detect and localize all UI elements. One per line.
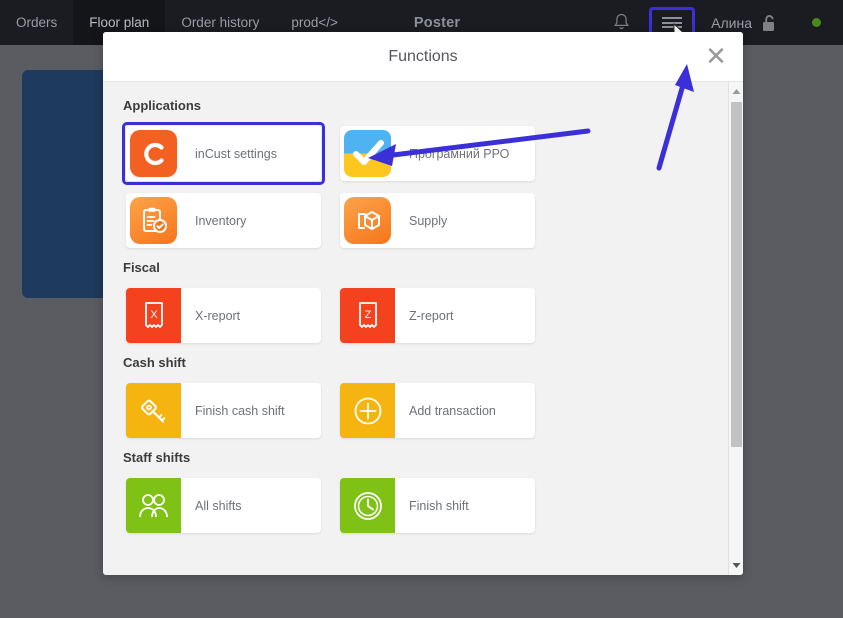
- close-icon[interactable]: ✕: [703, 44, 729, 70]
- tile-label: Finish shift: [409, 498, 469, 513]
- scroll-down-arrow-icon[interactable]: [729, 558, 743, 573]
- tile-wrapper-prro: Програмний РРО: [336, 122, 539, 185]
- tile-wrapper-z-report: Z Z-report: [336, 284, 539, 347]
- connection-status-dot: [812, 18, 821, 27]
- bell-icon: [613, 13, 629, 30]
- incust-c-icon: [130, 130, 177, 177]
- tile-row-applications-1: inCust settings Програмний РРО: [122, 122, 721, 185]
- tile-label: Add transaction: [409, 403, 496, 418]
- screen-root: Ca Orders Floor plan Order history prod<…: [0, 0, 843, 618]
- modal-header: Functions ✕: [103, 32, 743, 82]
- section-title-applications: Applications: [123, 98, 202, 113]
- tile-wrapper-x-report: X X-report: [122, 284, 325, 347]
- tile-inventory[interactable]: Inventory: [126, 193, 321, 248]
- modal-body: Applications inCust settings Програмний …: [103, 82, 743, 575]
- tile-finish-cash-shift[interactable]: Finish cash shift: [126, 383, 321, 438]
- tile-add-transaction[interactable]: Add transaction: [340, 383, 535, 438]
- clipboard-check-icon: [130, 197, 177, 244]
- tile-wrapper-add-transaction: Add transaction: [336, 379, 539, 442]
- tile-label: inCust settings: [195, 146, 277, 161]
- tile-wrapper-inventory: Inventory: [122, 189, 325, 252]
- tile-row-applications-2: Inventory Supply: [122, 189, 721, 252]
- receipt-x-icon: X: [126, 288, 181, 343]
- tile-row-cash-shift: Finish cash shift Add transaction: [122, 379, 721, 442]
- user-name-label[interactable]: Алина: [711, 15, 752, 31]
- tile-row-fiscal: X X-report Z Z-report: [122, 284, 721, 347]
- scrollbar-thumb[interactable]: [731, 102, 742, 447]
- tile-z-report[interactable]: Z Z-report: [340, 288, 535, 343]
- tile-label: Програмний РРО: [409, 146, 510, 161]
- box-arrow-icon: [344, 197, 391, 244]
- key-icon: [126, 383, 181, 438]
- tile-label: Z-report: [409, 308, 454, 323]
- tile-wrapper-incust-settings: inCust settings: [122, 122, 325, 185]
- tile-finish-shift[interactable]: Finish shift: [340, 478, 535, 533]
- tile-row-staff-shifts: All shifts Finish shift: [122, 474, 721, 537]
- section-title-fiscal: Fiscal: [123, 260, 160, 275]
- tile-label: Finish cash shift: [195, 403, 285, 418]
- clock-icon: [340, 478, 395, 533]
- plus-circle-icon: [340, 383, 395, 438]
- tile-wrapper-supply: Supply: [336, 189, 539, 252]
- tile-wrapper-finish-cash-shift: Finish cash shift: [122, 379, 325, 442]
- tile-supply[interactable]: Supply: [340, 193, 535, 248]
- nav-tab-orders[interactable]: Orders: [0, 0, 73, 45]
- scroll-up-arrow-icon[interactable]: [729, 84, 743, 99]
- svg-text:Z: Z: [364, 309, 371, 321]
- people-icon: [126, 478, 181, 533]
- svg-text:X: X: [150, 309, 158, 321]
- tile-wrapper-all-shifts: All shifts: [122, 474, 325, 537]
- tile-all-shifts[interactable]: All shifts: [126, 478, 321, 533]
- tile-label: Supply: [409, 213, 448, 228]
- brand-logo-poster: Poster: [413, 14, 461, 31]
- tile-label: X-report: [195, 308, 241, 323]
- tile-x-report[interactable]: X X-report: [126, 288, 321, 343]
- tile-programnij-rro[interactable]: Програмний РРО: [340, 126, 535, 181]
- section-title-staff-shifts: Staff shifts: [123, 450, 191, 465]
- section-title-cash-shift: Cash shift: [123, 355, 186, 370]
- tile-label: Inventory: [195, 213, 247, 228]
- tile-label: All shifts: [195, 498, 242, 513]
- unlocked-padlock-icon[interactable]: [760, 13, 778, 33]
- modal-title: Functions: [388, 47, 458, 65]
- checkmark-flag-icon: [344, 130, 391, 177]
- receipt-z-icon: Z: [340, 288, 395, 343]
- tile-incust-settings[interactable]: inCust settings: [126, 126, 321, 181]
- functions-modal: Functions ✕ Applications inCust settings: [103, 32, 743, 575]
- tile-wrapper-finish-shift: Finish shift: [336, 474, 539, 537]
- modal-scrollbar[interactable]: [728, 82, 743, 575]
